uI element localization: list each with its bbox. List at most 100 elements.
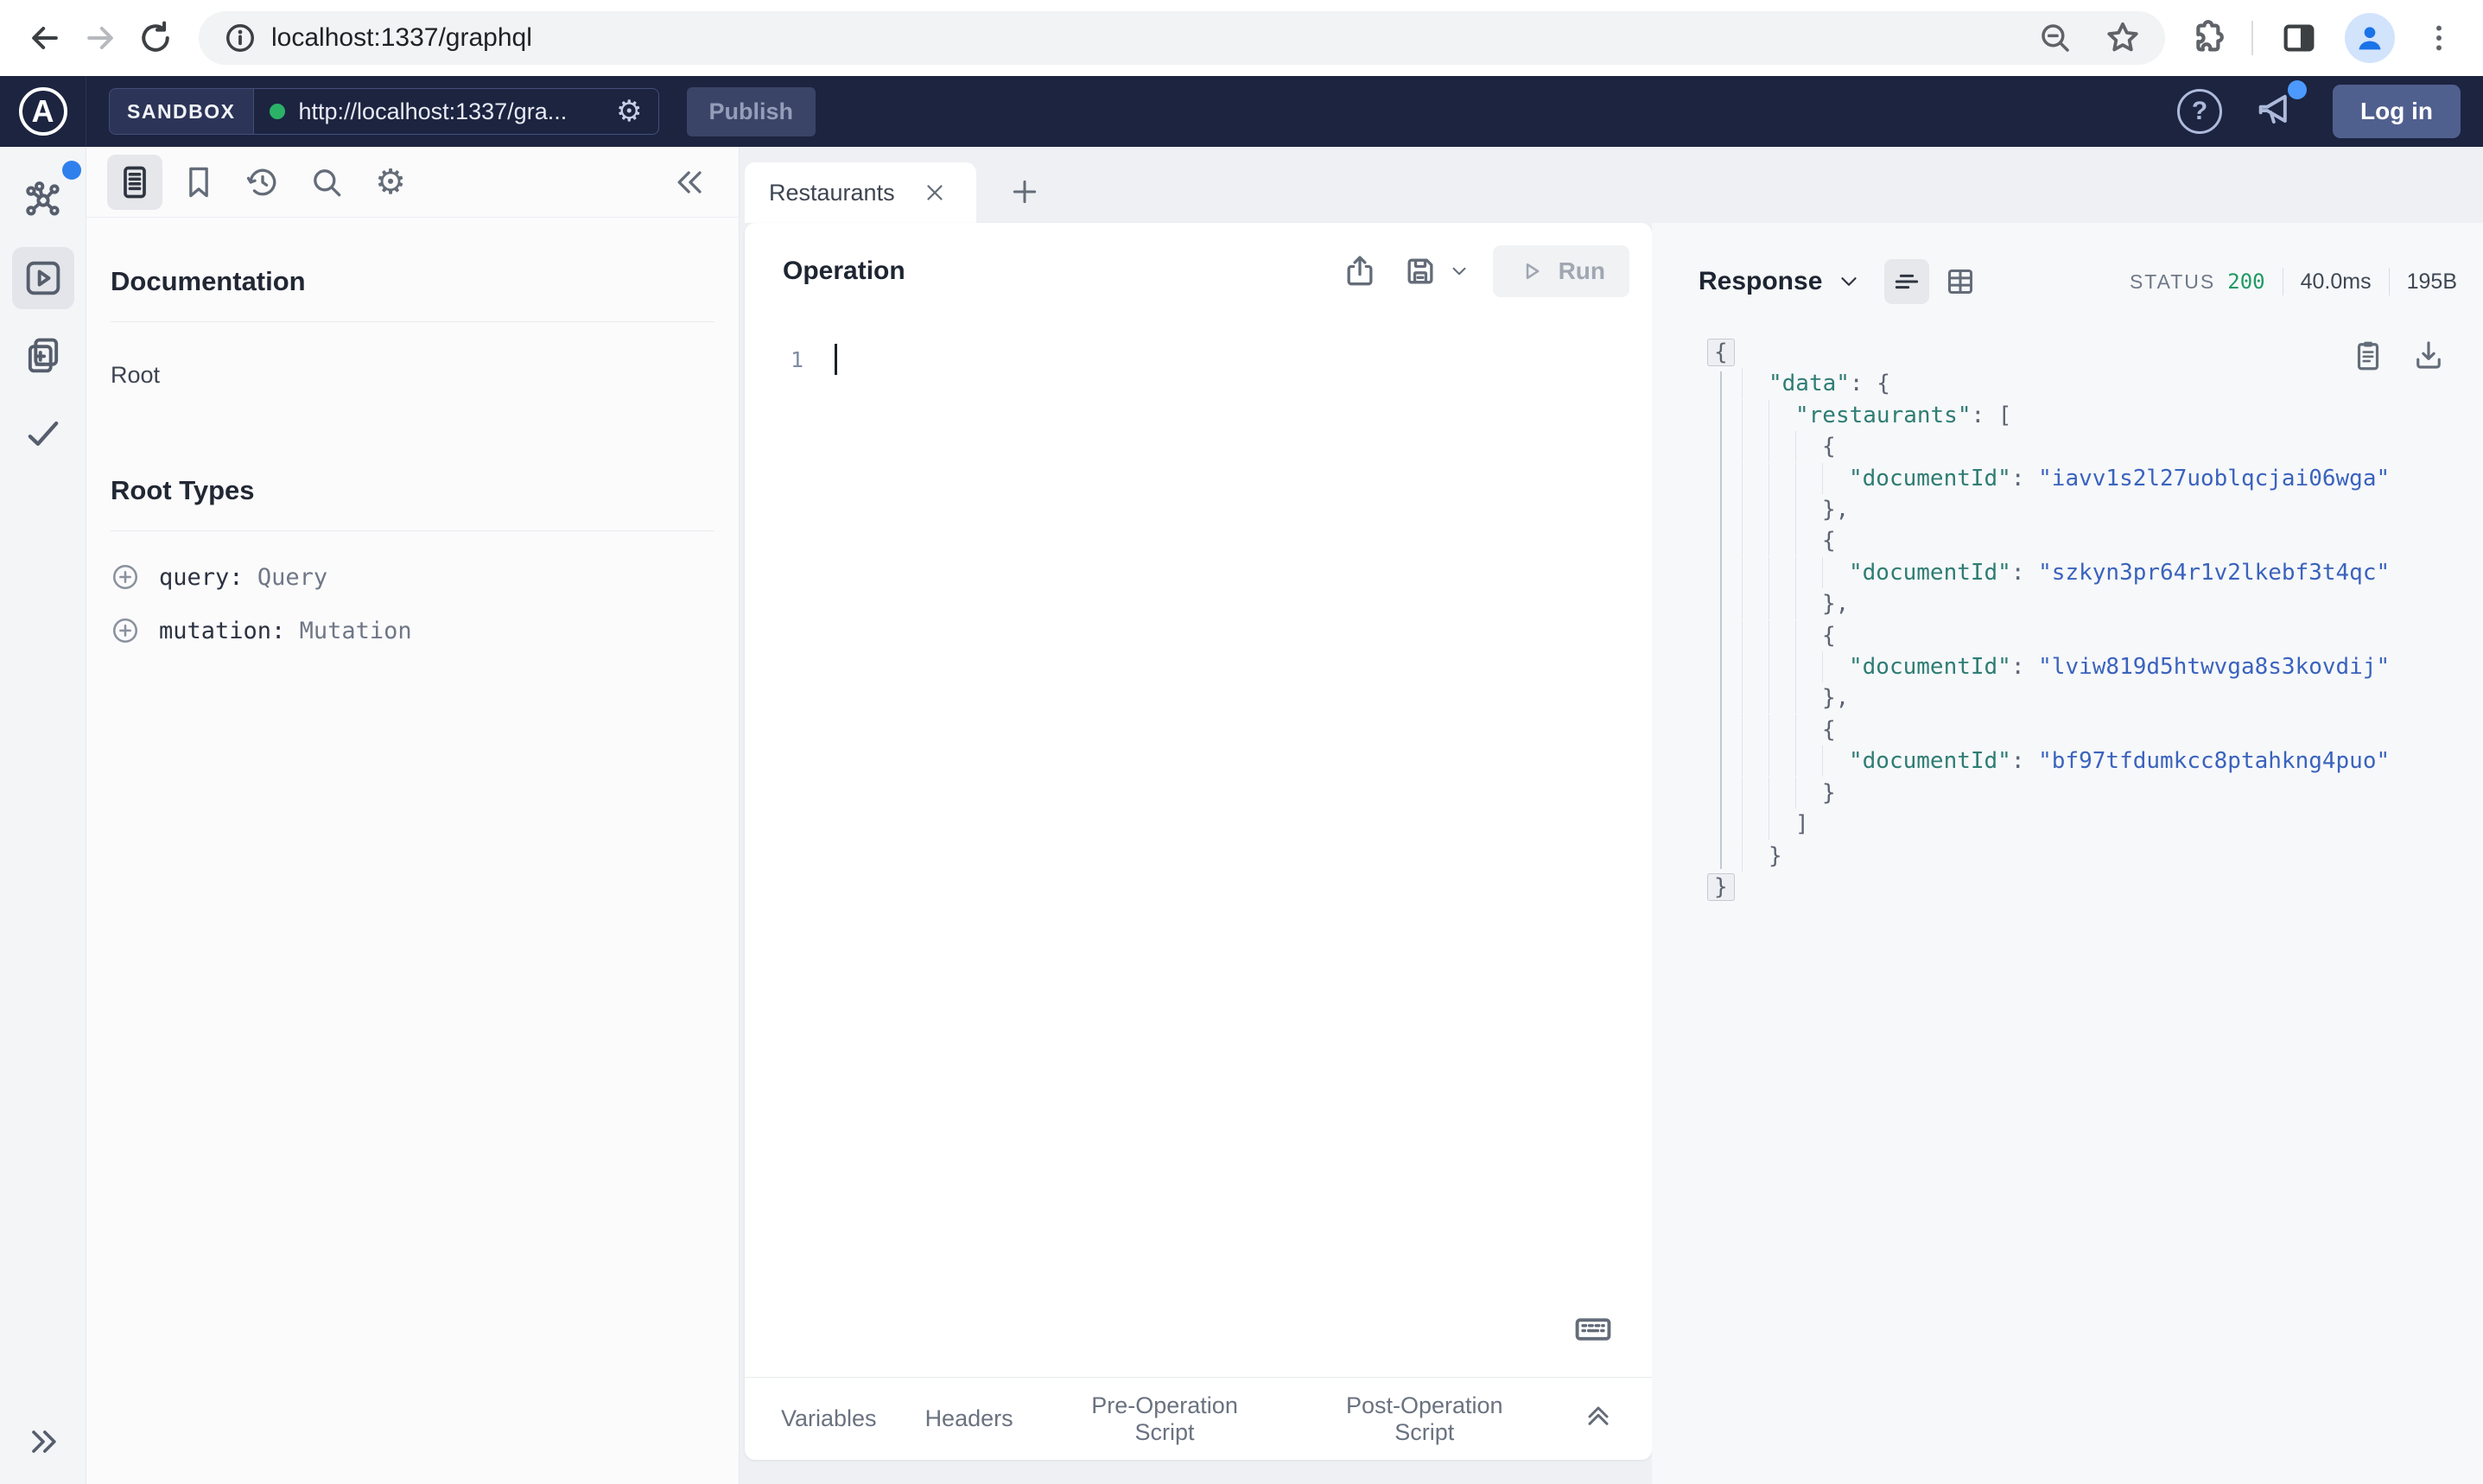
app-header: A SANDBOX http://localhost:1337/gra... ⚙…	[0, 76, 2483, 147]
json-line: ]	[1699, 809, 2457, 840]
tab-bar: Restaurants	[740, 147, 2483, 223]
share-operation-icon[interactable]	[1341, 252, 1379, 290]
json-line: {	[1699, 337, 2457, 368]
publish-button[interactable]: Publish	[686, 86, 816, 136]
connection-status-dot	[269, 104, 285, 119]
json-line: "documentId": "bf97tfdumkcc8ptahkng4puo"	[1699, 745, 2457, 777]
json-line: }	[1699, 840, 2457, 872]
documentation-tab-icon[interactable]	[107, 154, 162, 210]
tab-headers[interactable]: Headers	[925, 1405, 1013, 1432]
response-size: 195B	[2406, 269, 2457, 294]
run-label: Run	[1558, 257, 1605, 284]
type-field: mutation:	[159, 617, 286, 644]
response-dropdown[interactable]: Response	[1699, 267, 1862, 296]
play-icon	[1526, 263, 1539, 280]
browser-back-button[interactable]	[17, 10, 73, 66]
zoom-out-icon[interactable]	[2037, 20, 2073, 56]
url-text[interactable]: localhost:1337/graphql	[271, 23, 2020, 53]
status-label: STATUS	[2129, 270, 2216, 293]
new-tab-icon[interactable]	[1000, 168, 1049, 216]
chevron-down-icon	[1841, 277, 1857, 286]
expand-rail-icon[interactable]	[24, 1423, 62, 1465]
apollo-logo[interactable]: A	[0, 76, 86, 147]
collapse-docs-icon[interactable]	[663, 155, 718, 210]
search-icon[interactable]	[299, 155, 354, 210]
browser-chrome: localhost:1337/graphql	[0, 0, 2483, 76]
side-panel-icon[interactable]	[2279, 18, 2319, 58]
root-type-mutation-row[interactable]: mutation: Mutation	[111, 616, 714, 645]
tab-post-operation-script[interactable]: Post-Operation Script	[1316, 1392, 1533, 1446]
json-line: },	[1699, 494, 2457, 526]
copy-response-icon[interactable]	[2350, 337, 2386, 382]
response-json-viewer[interactable]: {"data": {"restaurants": [{"documentId":…	[1699, 337, 2457, 903]
json-line: {	[1699, 619, 2457, 651]
sidebar-item-changes[interactable]	[12, 325, 74, 387]
docs-root-link[interactable]: Root	[111, 362, 714, 389]
json-line: "documentId": "lviw819d5htwvga8s3kovdij"	[1699, 651, 2457, 683]
site-info-icon[interactable]	[221, 19, 259, 57]
announcements-button[interactable]	[2253, 79, 2308, 136]
workbench: Restaurants Operation Run 1 Variables He…	[740, 147, 2483, 1484]
add-field-icon[interactable]	[111, 616, 140, 645]
download-response-icon[interactable]	[2410, 337, 2447, 382]
json-line: }	[1699, 777, 2457, 809]
save-menu-chevron-icon[interactable]	[1448, 260, 1470, 282]
history-icon[interactable]	[235, 155, 290, 210]
browser-reload-button[interactable]	[128, 10, 183, 66]
docs-toolbar: ⚙	[86, 147, 739, 218]
saved-operations-icon[interactable]	[171, 155, 226, 210]
add-field-icon[interactable]	[111, 562, 140, 592]
tab-label: Restaurants	[769, 179, 895, 206]
docs-title: Documentation	[111, 266, 306, 296]
root-types-title: Root Types	[111, 475, 255, 505]
sidebar-item-explorer[interactable]	[11, 247, 74, 309]
login-button[interactable]: Log in	[2333, 85, 2461, 138]
address-bar[interactable]: localhost:1337/graphql	[199, 11, 2165, 65]
operation-title: Operation	[783, 257, 905, 285]
keyboard-shortcuts-icon[interactable]	[1571, 1307, 1616, 1356]
json-line: },	[1699, 682, 2457, 714]
json-line: {	[1699, 525, 2457, 557]
tab-close-icon[interactable]	[918, 175, 952, 210]
tab-restaurants[interactable]: Restaurants	[745, 162, 976, 223]
collapse-footer-icon[interactable]	[1581, 1399, 1616, 1438]
endpoint-group: SANDBOX http://localhost:1337/gra... ⚙	[109, 88, 659, 135]
table-view-toggle[interactable]	[1938, 259, 1983, 304]
root-type-query-row[interactable]: query: Query	[111, 562, 714, 592]
json-line: {	[1699, 431, 2457, 463]
operation-panel: Operation Run 1 Variables Headers Pre-Op…	[745, 223, 1652, 1460]
tab-variables[interactable]: Variables	[781, 1405, 877, 1432]
sidebar-item-checks[interactable]	[12, 403, 74, 465]
profile-avatar[interactable]	[2345, 13, 2395, 63]
type-name[interactable]: Query	[257, 564, 327, 591]
response-status: STATUS 200 40.0ms 195B	[2130, 268, 2457, 295]
json-line: "documentId": "iavv1s2l27uoblqcjai06wga"	[1699, 462, 2457, 494]
endpoint-url-field[interactable]: http://localhost:1337/gra... ⚙	[252, 88, 659, 135]
json-line: }	[1699, 872, 2457, 903]
sandbox-badge: SANDBOX	[109, 88, 253, 135]
save-operation-icon[interactable]	[1401, 252, 1439, 290]
extensions-icon[interactable]	[2186, 18, 2226, 58]
browser-forward-button[interactable]	[73, 10, 128, 66]
type-field: query:	[159, 563, 244, 591]
run-button[interactable]: Run	[1492, 245, 1629, 297]
fold-rail	[1720, 371, 1722, 869]
operation-footer: Variables Headers Pre-Operation Script P…	[745, 1377, 1652, 1460]
raw-view-toggle[interactable]	[1884, 259, 1930, 304]
settings-gear-icon[interactable]: ⚙	[363, 155, 418, 210]
type-name[interactable]: Mutation	[300, 618, 412, 644]
response-duration: 40.0ms	[2300, 269, 2372, 294]
sidebar-item-schema[interactable]	[12, 169, 74, 231]
text-cursor	[835, 344, 837, 375]
notification-dot	[2288, 79, 2308, 99]
help-icon[interactable]: ?	[2177, 89, 2223, 134]
endpoint-settings-icon[interactable]: ⚙	[616, 97, 642, 126]
operation-editor[interactable]: 1	[745, 311, 1652, 1377]
bookmark-star-icon[interactable]	[2103, 18, 2143, 58]
documentation-panel: ⚙ Documentation Root Root Types query: Q…	[86, 147, 740, 1484]
apollo-logo-letter: A	[18, 87, 67, 136]
tab-pre-operation-script[interactable]: Pre-Operation Script	[1062, 1392, 1268, 1446]
browser-menu-icon[interactable]	[2421, 20, 2457, 56]
response-panel: Response STATUS 200 40.0ms 195B {"data"…	[1652, 223, 2483, 1484]
response-title: Response	[1699, 267, 1823, 295]
